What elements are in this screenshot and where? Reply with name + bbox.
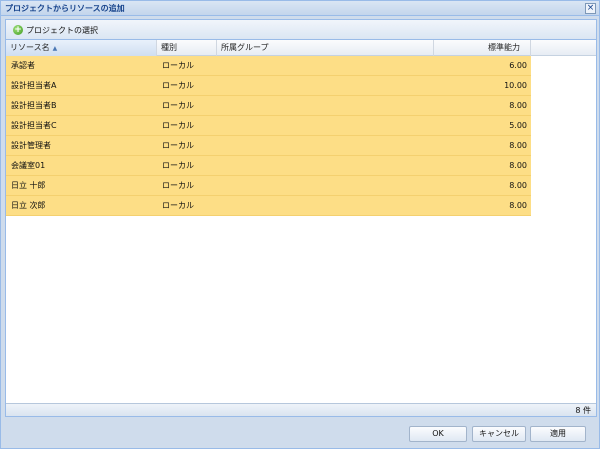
cell-name: 設計担当者A bbox=[11, 81, 57, 90]
cell-capacity: 8.00 bbox=[509, 181, 527, 190]
cell-type: ローカル bbox=[162, 81, 194, 90]
cell-capacity: 8.00 bbox=[509, 161, 527, 170]
dialog-titlebar[interactable]: プロジェクトからリソースの追加 × bbox=[1, 1, 599, 16]
cell-type: ローカル bbox=[162, 181, 194, 190]
grid-statusbar: 8 件 bbox=[6, 403, 596, 416]
table-row[interactable]: 設計管理者 ローカル 8.00 bbox=[6, 136, 531, 156]
table-row[interactable]: 会議室01 ローカル 8.00 bbox=[6, 156, 531, 176]
add-icon: + bbox=[13, 25, 23, 35]
cell-type: ローカル bbox=[162, 141, 194, 150]
cell-capacity: 5.00 bbox=[509, 121, 527, 130]
cell-group bbox=[221, 96, 431, 116]
dialog-body: + プロジェクトの選択 リソース名 ▲ 種別 所属グループ 標準能力 承認者 ロー… bbox=[5, 19, 597, 417]
cell-name: 日立 十郎 bbox=[11, 181, 46, 190]
close-icon[interactable]: × bbox=[585, 3, 596, 14]
cell-capacity: 8.00 bbox=[509, 101, 527, 110]
cell-group bbox=[221, 56, 431, 76]
cell-group bbox=[221, 156, 431, 176]
column-header-capacity[interactable]: 標準能力 bbox=[434, 40, 531, 56]
column-header-group[interactable]: 所属グループ bbox=[217, 40, 434, 56]
table-row[interactable]: 日立 十郎 ローカル 8.00 bbox=[6, 176, 531, 196]
cell-capacity: 8.00 bbox=[509, 141, 527, 150]
cell-group bbox=[221, 76, 431, 96]
cell-name: 設計管理者 bbox=[11, 141, 51, 150]
cell-type: ローカル bbox=[162, 161, 194, 170]
column-header-name-label: リソース名 bbox=[10, 43, 50, 52]
grid-header: リソース名 ▲ 種別 所属グループ 標準能力 bbox=[6, 40, 596, 56]
cell-name: 設計担当者B bbox=[11, 101, 57, 110]
cell-type: ローカル bbox=[162, 101, 194, 110]
add-resource-dialog: プロジェクトからリソースの追加 × + プロジェクトの選択 リソース名 ▲ 種別 … bbox=[0, 0, 600, 449]
toolbar: + プロジェクトの選択 bbox=[6, 20, 596, 40]
cell-group bbox=[221, 136, 431, 156]
cancel-button[interactable]: キャンセル bbox=[472, 426, 526, 442]
table-row[interactable]: 日立 次郎 ローカル 8.00 bbox=[6, 196, 531, 216]
table-row[interactable]: 設計担当者B ローカル 8.00 bbox=[6, 96, 531, 116]
cell-type: ローカル bbox=[162, 121, 194, 130]
cell-group bbox=[221, 196, 431, 216]
cell-capacity: 8.00 bbox=[509, 201, 527, 210]
cell-capacity: 6.00 bbox=[509, 61, 527, 70]
cell-name: 設計担当者C bbox=[11, 121, 57, 130]
cell-name: 日立 次郎 bbox=[11, 201, 46, 210]
cell-name: 会議室01 bbox=[11, 161, 46, 170]
select-project-label: プロジェクトの選択 bbox=[26, 25, 98, 35]
cell-group bbox=[221, 116, 431, 136]
apply-button[interactable]: 適用 bbox=[530, 426, 586, 442]
cell-type: ローカル bbox=[162, 201, 194, 210]
grid-rows: 承認者 ローカル 6.00 設計担当者A ローカル 10.00 設計担当者B ロ… bbox=[6, 56, 596, 216]
ok-button[interactable]: OK bbox=[409, 426, 467, 442]
cell-capacity: 10.00 bbox=[504, 81, 527, 90]
table-row[interactable]: 設計担当者C ローカル 5.00 bbox=[6, 116, 531, 136]
column-header-type[interactable]: 種別 bbox=[157, 40, 217, 56]
cell-type: ローカル bbox=[162, 61, 194, 70]
cell-group bbox=[221, 176, 431, 196]
sort-ascending-icon: ▲ bbox=[52, 45, 58, 52]
table-row[interactable]: 承認者 ローカル 6.00 bbox=[6, 56, 531, 76]
column-header-name[interactable]: リソース名 ▲ bbox=[6, 40, 157, 56]
table-row[interactable]: 設計担当者A ローカル 10.00 bbox=[6, 76, 531, 96]
select-project-button[interactable]: + プロジェクトの選択 bbox=[10, 23, 101, 37]
record-count: 8 件 bbox=[575, 406, 591, 415]
cell-name: 承認者 bbox=[11, 61, 35, 70]
dialog-title: プロジェクトからリソースの追加 bbox=[5, 4, 125, 13]
dialog-footer: OK キャンセル 適用 bbox=[1, 418, 599, 448]
